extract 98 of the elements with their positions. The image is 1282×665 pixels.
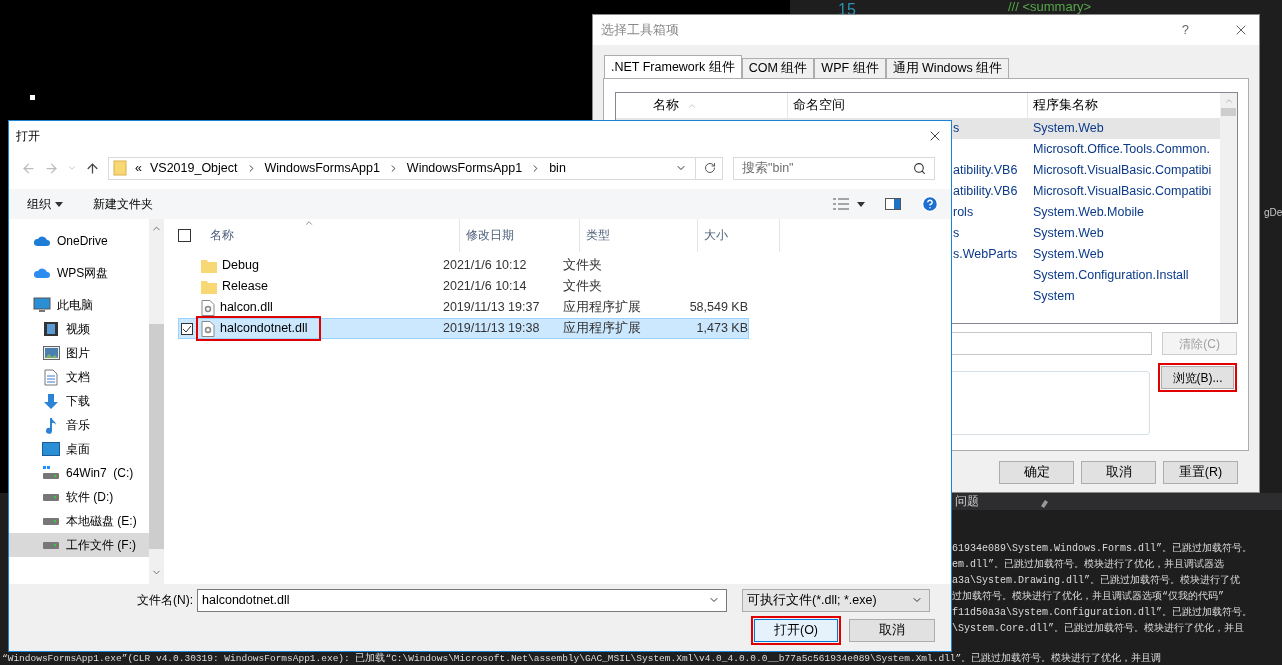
column-header[interactable]: 程序集名称: [1028, 93, 1220, 118]
table-cell-text: 文件夹: [562, 257, 603, 275]
output-line: a3a\System.Drawing.dll”。已跳过加载符号。模块进行了优: [952, 573, 1242, 588]
nav-item[interactable]: 本地磁盘 (E:): [9, 509, 149, 533]
table-cell-text: 应用程序扩展: [561, 320, 642, 338]
tab[interactable]: WPF 组件: [814, 58, 886, 78]
nav-item[interactable]: OneDrive: [9, 229, 149, 253]
new-folder-button[interactable]: 新建文件夹: [93, 195, 833, 213]
dialog-title: 选择工具箱项: [601, 21, 680, 40]
table-cell-text: atibility.VB6: [953, 162, 1019, 180]
breadcrumb[interactable]: VS2019_Object: [149, 158, 238, 178]
help-button[interactable]: ?: [1181, 20, 1189, 40]
table-cell-text: s: [953, 225, 961, 243]
nav-item[interactable]: 文档: [9, 365, 149, 389]
table-cell-text: 2019/11/13 19:37: [441, 299, 541, 317]
output-line: em.dll”。已跳过加载符号。模块进行了优化，并且调试器选: [952, 557, 1225, 572]
column-header[interactable]: 名称: [204, 219, 460, 252]
table-cell-text: System.Web: [1032, 225, 1104, 243]
table-cell-text: Microsoft.VisualBasic.Compatibi: [1032, 162, 1212, 180]
dialog-button[interactable]: 重置(R): [1163, 461, 1238, 484]
file-row[interactable]: Debug 2021/1/6 10:12 文件夹: [178, 255, 749, 276]
breadcrumb-overflow[interactable]: «: [135, 158, 142, 178]
nav-item[interactable]: WPS网盘: [9, 261, 149, 285]
nav-label: 本地磁盘 (E:): [66, 513, 137, 530]
cancel-button[interactable]: 取消: [849, 619, 935, 642]
dialog-button[interactable]: 确定: [999, 461, 1074, 484]
dialog-button[interactable]: 取消: [1081, 461, 1156, 484]
open-button[interactable]: 打开(O): [754, 619, 838, 642]
browse-button[interactable]: 浏览(B)...: [1161, 366, 1234, 389]
table-cell-text: s: [953, 120, 961, 138]
table-cell-text: s.WebParts: [953, 246, 1019, 264]
table-cell-text: 2021/1/6 10:12: [442, 257, 528, 275]
tab[interactable]: COM 组件: [741, 58, 815, 78]
nav-item[interactable]: 音乐: [9, 413, 149, 437]
output-tab[interactable]: 问题: [955, 493, 979, 510]
nav-item[interactable]: 下载: [9, 389, 149, 413]
nav-label: 软件 (D:): [66, 489, 114, 506]
nav-item[interactable]: 此电脑: [9, 293, 149, 317]
nav-label: OneDrive: [57, 233, 108, 250]
file-row[interactable]: Release 2021/1/6 10:14 文件夹: [178, 276, 749, 297]
dialog-title: 打开: [16, 128, 41, 145]
table-cell-text: 1,473 KB: [695, 320, 748, 338]
table-cell-text: 2021/1/6 10:14: [442, 278, 528, 296]
nav-item[interactable]: 视频: [9, 317, 149, 341]
table-cell-text: 应用程序扩展: [561, 299, 642, 317]
table-cell-text: System.Web: [1032, 246, 1104, 264]
table-cell-text: System.Web: [1032, 120, 1104, 138]
column-header[interactable]: 大小: [698, 219, 780, 252]
table-cell-text: System.Web.Mobile: [1032, 204, 1144, 222]
tab[interactable]: .NET Framework 组件: [604, 55, 742, 78]
breadcrumb[interactable]: bin: [549, 158, 566, 178]
table-cell-text: atibility.VB6: [953, 183, 1019, 201]
code-comment: /// <summary>: [1008, 0, 1092, 14]
table-cell-text: 2019/11/13 19:38: [442, 320, 541, 338]
file-name: Debug: [222, 257, 259, 275]
filename-field[interactable]: halcondotnet.dll: [197, 588, 727, 612]
nav-item[interactable]: 64Win7 (C:): [9, 461, 149, 485]
nav-label: 桌面: [66, 441, 90, 458]
output-line: f11d50a3a\System.Configuration.dll”。已跳过加载符号。: [952, 605, 1253, 620]
column-header[interactable]: 类型: [580, 219, 698, 252]
output-line: \System.Core.dll”。已跳过加载符号。模块进行了优化，并且: [952, 621, 1246, 636]
table-cell-text: Microsoft.Office.Tools.Common.: [1032, 141, 1210, 159]
table-cell-text: System.Configuration.Install: [1032, 267, 1189, 285]
nav-label: 64Win7 (C:): [66, 465, 134, 482]
output-line: “WindowsFormsApp1.exe”(CLR v4.0.30319: WindowsFormsApp1.exe): 已加载“C:\Windows\Microsoft.Net\assembly\GAC_MSIL\System.Xml\v4.0_4.0.0.0__b77a5c561934e089\System.Xml.dll”。已跳过加载符号。模块进行了优化，并且调: [2, 652, 1162, 665]
output-line: 过加载符号。模块进行了优化，并且调试器选项“仅我的代码”: [952, 589, 1225, 604]
code-text: gDe: [1264, 206, 1282, 220]
table-cell-text: 58,549 KB: [688, 299, 748, 317]
tab[interactable]: 通用 Windows 组件: [885, 58, 1010, 78]
file-name: halcondotnet.dll: [220, 320, 308, 338]
table-cell-text: Microsoft.VisualBasic.Compatibi: [1032, 183, 1212, 201]
nav-label: 视频: [66, 321, 90, 338]
file-row[interactable]: halcondotnet.dll 2019/11/13 19:38 应用程序扩展 1,473 KB: [178, 318, 749, 339]
breadcrumb[interactable]: WindowsFormsApp1: [406, 158, 523, 178]
breadcrumb[interactable]: WindowsFormsApp1: [264, 158, 380, 178]
nav-item[interactable]: 工作文件 (F:): [9, 533, 149, 557]
file-type-select[interactable]: 可执行文件(*.dll; *.exe): [742, 588, 930, 612]
nav-item[interactable]: 桌面: [9, 437, 149, 461]
table-cell-text: 文件夹: [562, 278, 603, 296]
organize-menu[interactable]: 组织: [27, 195, 63, 213]
nav-label: WPS网盘: [57, 265, 109, 282]
file-name: Release: [222, 278, 268, 296]
nav-label: 音乐: [66, 417, 90, 434]
nav-item[interactable]: 软件 (D:): [9, 485, 149, 509]
table-cell-text: rols: [953, 204, 975, 222]
column-header[interactable]: 修改日期: [460, 219, 580, 252]
nav-label: 图片: [66, 345, 90, 362]
nav-label: 文档: [66, 369, 90, 386]
nav-label: 工作文件 (F:): [66, 537, 136, 554]
address-bar[interactable]: « VS2019_Object WindowsFormsApp1 WindowsFormsApp1 bin: [108, 156, 723, 180]
filename-label: 文件名(N):: [136, 592, 194, 609]
output-line: 61934e089\System.Windows.Forms.dll”。已跳过加载符号。: [952, 541, 1253, 556]
nav-item[interactable]: 图片: [9, 341, 149, 365]
nav-label: 下载: [66, 393, 90, 410]
file-row[interactable]: halcon.dll 2019/11/13 19:37 应用程序扩展 58,549 KB: [178, 297, 749, 318]
file-name: halcon.dll: [219, 299, 273, 317]
nav-label: 此电脑: [57, 297, 93, 314]
search-field[interactable]: 搜索"bin": [733, 156, 935, 180]
